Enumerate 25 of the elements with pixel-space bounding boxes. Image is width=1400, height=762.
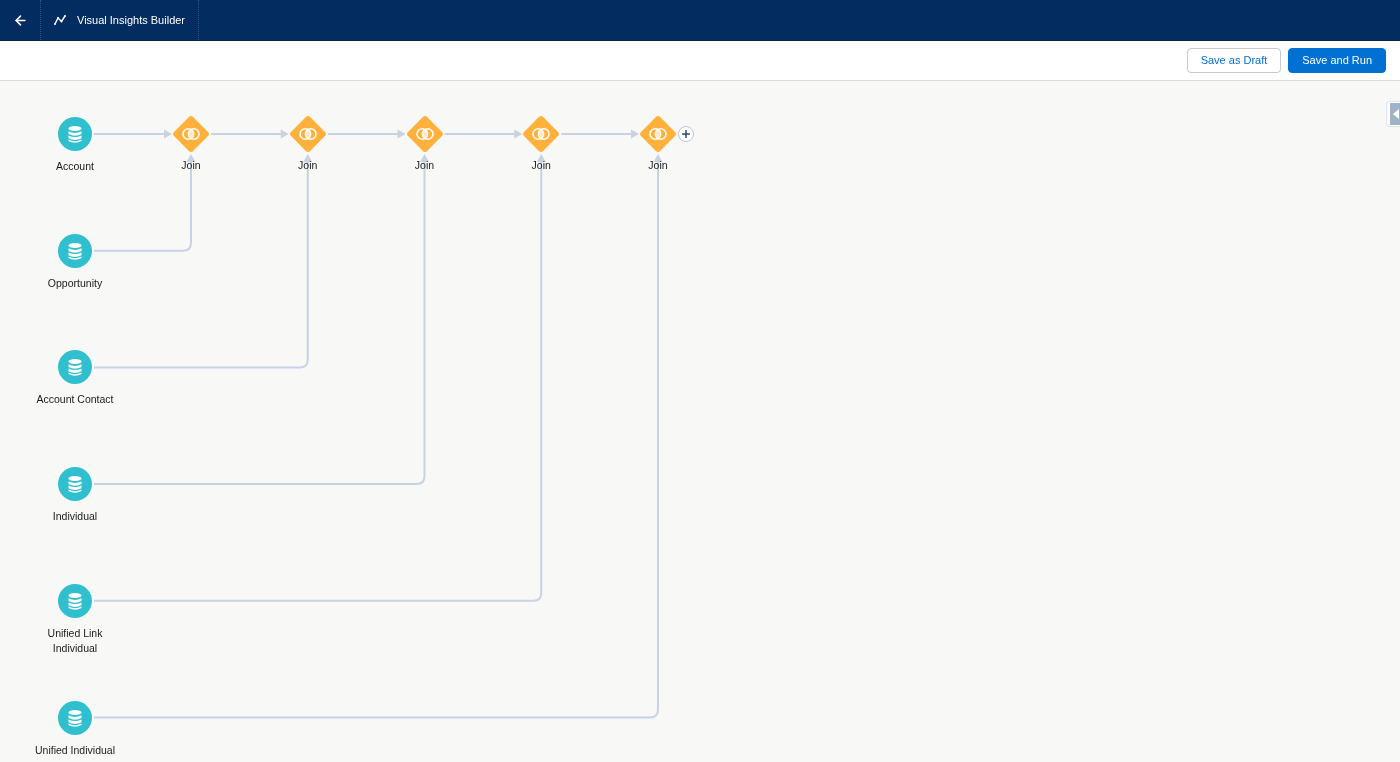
node-label: Individual: [51, 509, 99, 525]
node-label: Unified Individual: [34, 742, 116, 758]
draft-button[interactable]: Save as Draft: [1186, 48, 1282, 73]
node-label: Unified Link Individual: [46, 625, 104, 656]
database-icon[interactable]: [58, 583, 92, 618]
database-icon[interactable]: [58, 350, 92, 385]
node-label: Account: [55, 159, 95, 174]
database-icon[interactable]: [58, 467, 92, 502]
plus-icon: [682, 130, 690, 138]
triangle-left-icon: [1390, 103, 1400, 125]
node-label: Join: [648, 158, 668, 173]
node-label: Opportunity: [46, 275, 104, 291]
run-button[interactable]: Save and Run: [1288, 48, 1386, 73]
node-label: Join: [414, 158, 435, 173]
node-label: Account Contact: [35, 392, 115, 408]
panel-toggle-button[interactable]: [1386, 101, 1400, 127]
database-icon[interactable]: [58, 700, 92, 735]
database-icon[interactable]: [58, 233, 92, 268]
add-node-button[interactable]: [678, 126, 694, 142]
node-label: Join: [531, 158, 551, 173]
app-tab[interactable]: Visual Insights Builder: [41, 0, 200, 40]
node-label: Join: [181, 158, 201, 173]
node-label: Join: [298, 158, 318, 173]
line-chart-icon: [54, 15, 66, 25]
database-icon[interactable]: [58, 117, 92, 151]
